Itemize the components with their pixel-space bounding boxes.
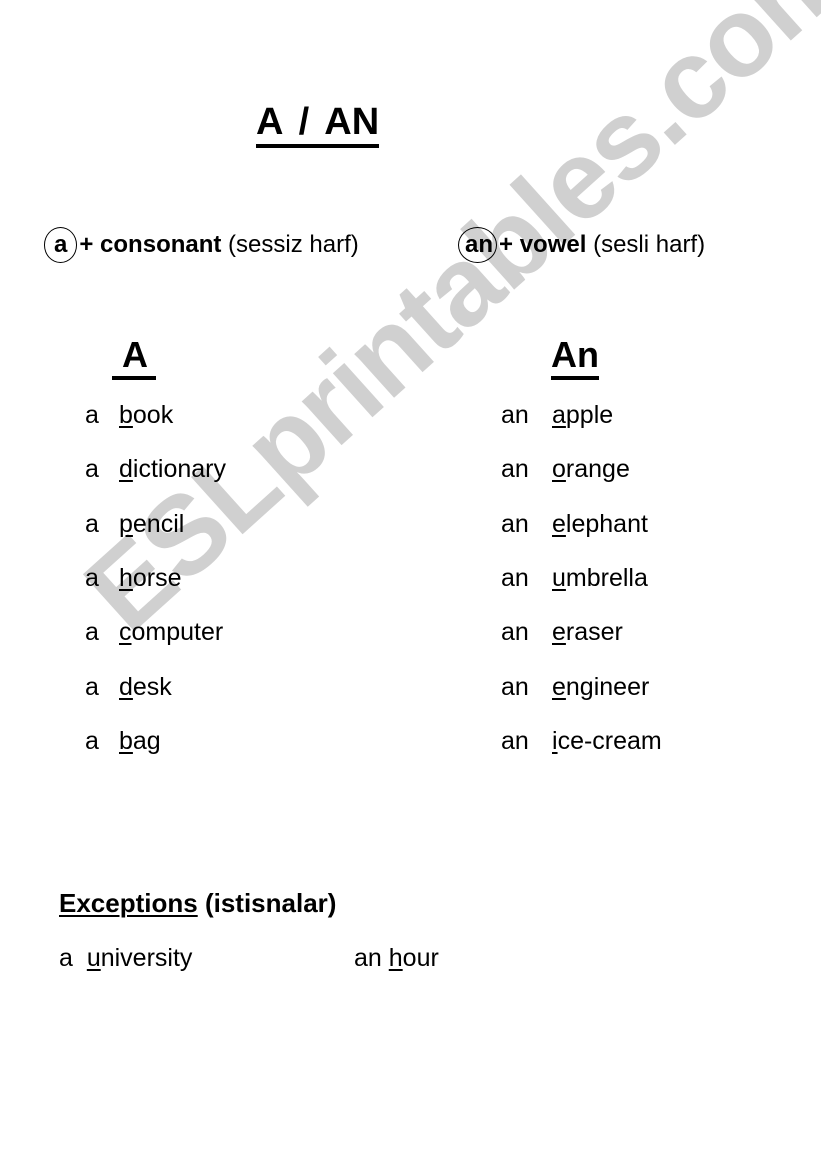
first-letter: h: [119, 563, 133, 592]
word-rest: ag: [132, 726, 161, 755]
word-rest: encil: [132, 509, 185, 538]
word-rest: lephant: [565, 509, 648, 538]
exceptions-title: Exceptions: [59, 888, 198, 918]
first-letter: p: [119, 509, 133, 538]
list-item: a pencil: [85, 509, 184, 539]
word-rest: pple: [565, 401, 614, 429]
article: a: [59, 944, 73, 972]
word-rest: orse: [132, 563, 182, 592]
article: an: [501, 455, 529, 484]
circled-article: a: [44, 227, 78, 263]
rule-plus: +: [79, 231, 101, 258]
first-letter: e: [552, 672, 566, 701]
article: an: [501, 672, 529, 701]
word-rest: ook: [132, 401, 174, 429]
first-letter: o: [552, 455, 566, 484]
exception-item: a university: [59, 943, 192, 973]
exceptions-translation: (istisnalar): [197, 888, 337, 918]
list-item: a bag: [85, 726, 161, 756]
list-item: an eraser: [501, 617, 623, 647]
list-item: a dictionary: [85, 454, 226, 484]
list-item: an elephant: [501, 509, 648, 539]
word-rest: niversity: [100, 944, 193, 972]
rule-term: vowel: [519, 231, 587, 258]
circled-article: an: [458, 227, 498, 263]
word-rest: raser: [565, 618, 623, 647]
list-item: a computer: [85, 617, 223, 647]
first-letter: h: [388, 944, 403, 972]
exception-item: an hour: [354, 943, 439, 973]
first-letter: e: [552, 618, 566, 647]
list-item: an ice-cream: [501, 726, 662, 756]
article: an: [354, 944, 382, 972]
word-rest: omputer: [131, 618, 224, 647]
article: a: [85, 455, 99, 484]
rule-consonant: a + consonant (sessiz harf): [44, 227, 359, 263]
article: a: [85, 618, 99, 647]
first-letter: d: [119, 672, 133, 701]
list-item: an umbrella: [501, 563, 648, 593]
word-rest: mbrella: [565, 563, 648, 592]
article: an: [501, 618, 529, 647]
list-item: a desk: [85, 672, 172, 702]
column-heading-a: A: [112, 334, 156, 380]
rule-translation: (sessiz harf): [221, 231, 359, 258]
page-title: A / AN: [256, 100, 380, 148]
rule-plus: +: [499, 231, 520, 258]
article: a: [85, 672, 99, 701]
first-letter: d: [119, 455, 133, 484]
word-rest: ngineer: [565, 672, 650, 701]
article: an: [501, 401, 529, 429]
first-letter: e: [552, 509, 566, 538]
column-heading-an: An: [551, 334, 599, 380]
first-letter: u: [86, 944, 101, 972]
article: an: [501, 563, 529, 592]
list-item: an engineer: [501, 672, 649, 702]
word-rest: ce-cream: [557, 726, 662, 755]
word-rest: esk: [132, 672, 172, 701]
first-letter: b: [119, 401, 133, 429]
first-letter: c: [119, 618, 132, 647]
word-rest: range: [565, 455, 630, 484]
rule-translation: (sesli harf): [586, 231, 706, 258]
list-item: a horse: [85, 563, 182, 593]
article: a: [85, 509, 99, 538]
article: a: [85, 563, 99, 592]
article: an: [501, 509, 529, 538]
word-rest: our: [402, 944, 439, 972]
first-letter: u: [552, 563, 566, 592]
list-item: an apple: [501, 400, 613, 430]
rule-term: consonant: [100, 231, 222, 258]
list-item: a book: [85, 400, 173, 430]
first-letter: a: [552, 401, 566, 429]
word-rest: ictionary: [132, 455, 226, 484]
article: a: [85, 726, 99, 755]
article: an: [501, 726, 529, 755]
rule-vowel: an + vowel (sesli harf): [458, 227, 705, 263]
watermark: ESLprintables.com: [61, 0, 821, 655]
first-letter: b: [119, 726, 133, 755]
exceptions-heading: Exceptions (istisnalar): [59, 887, 336, 919]
article: a: [85, 401, 99, 429]
list-item: an orange: [501, 454, 630, 484]
